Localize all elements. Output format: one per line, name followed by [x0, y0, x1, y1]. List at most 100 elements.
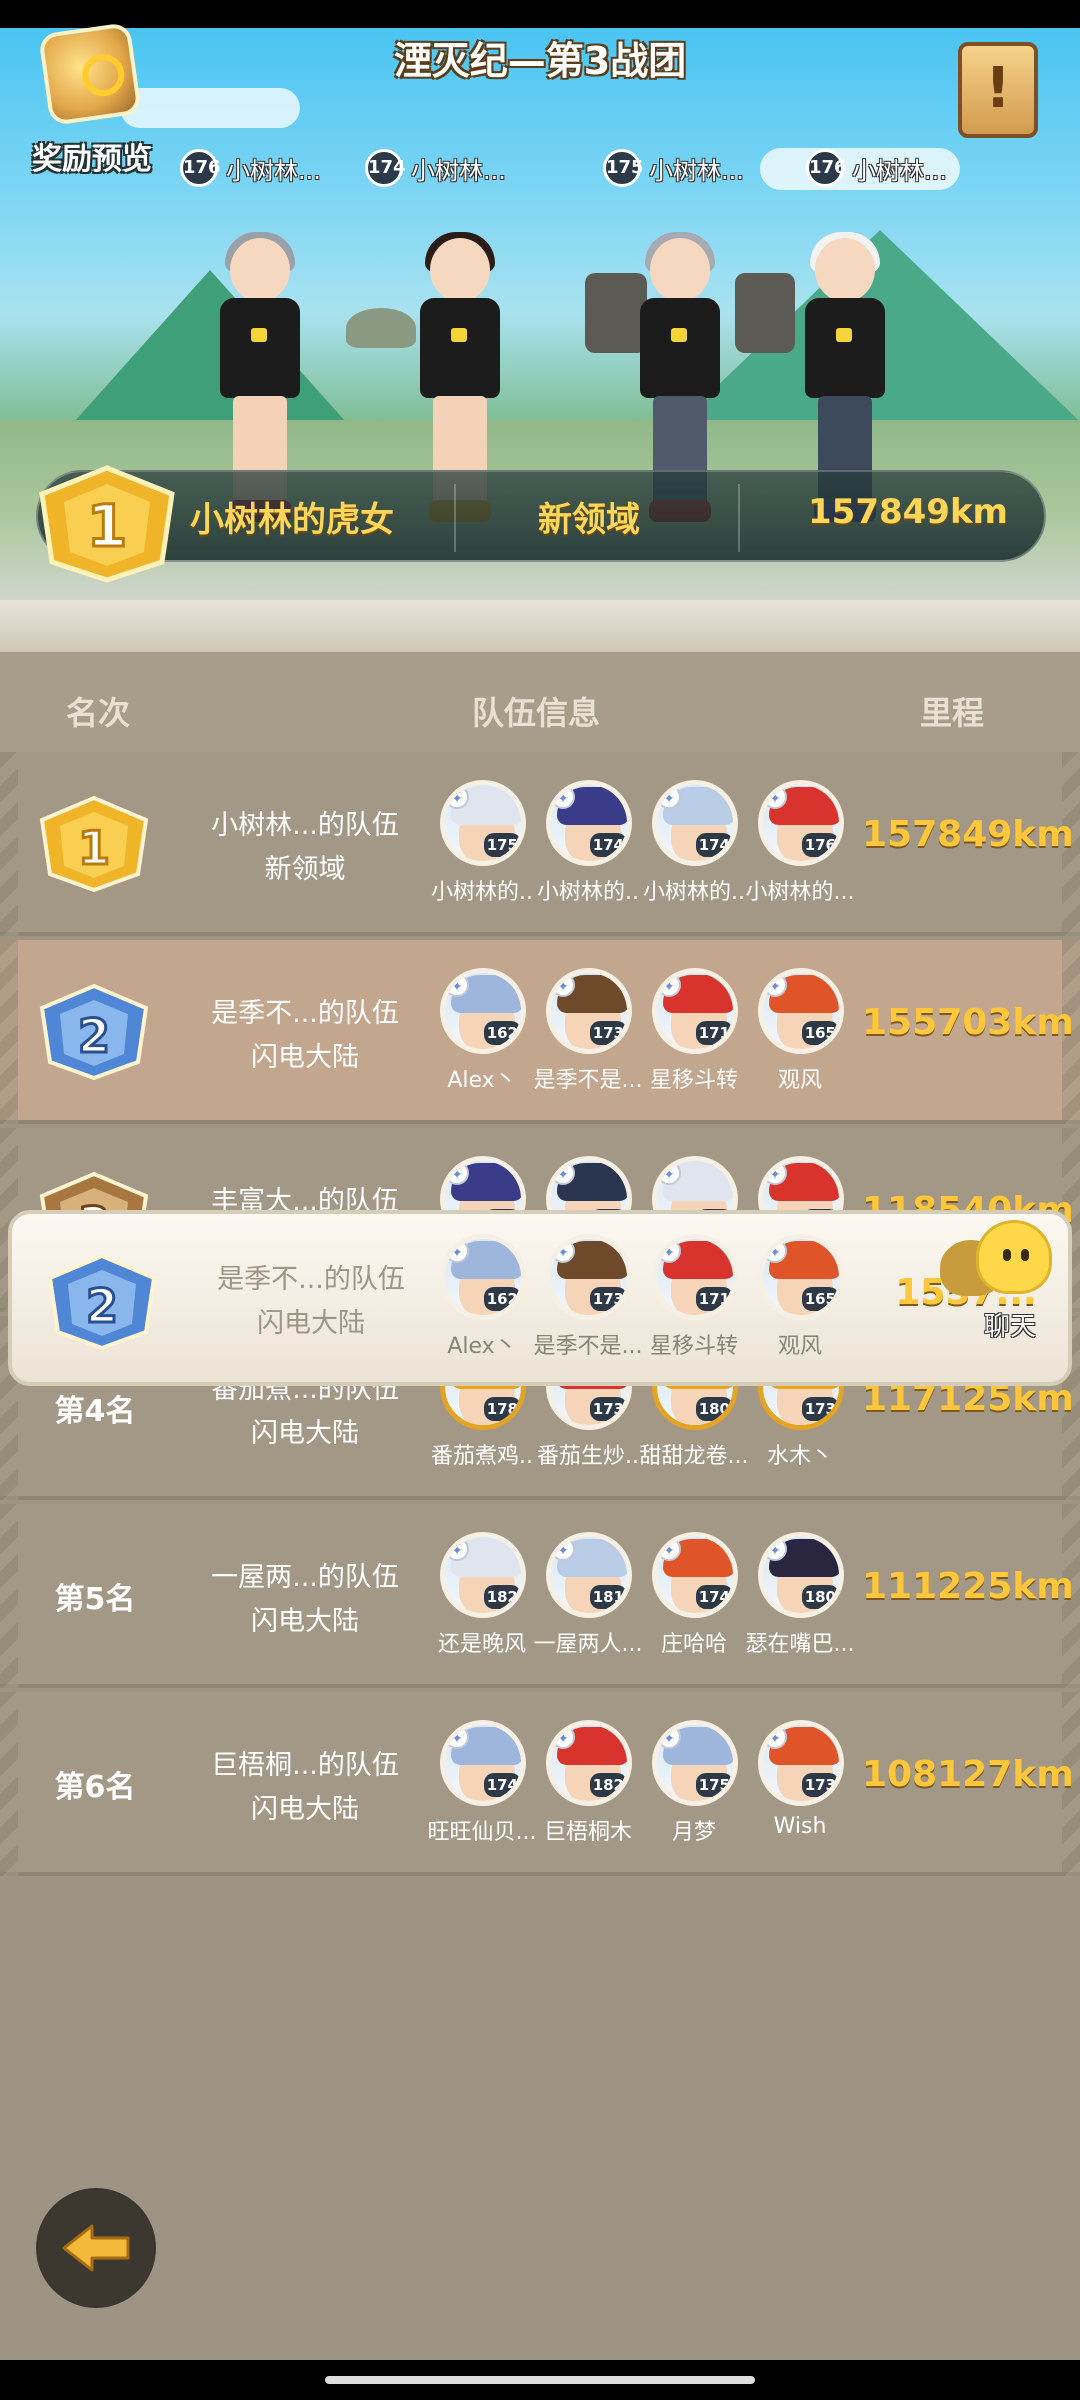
element-icon: ✦	[657, 1537, 681, 1561]
header-rank: 名次	[66, 694, 131, 732]
row-decoration	[0, 1504, 18, 1688]
team-member[interactable]: ✦ 174 庄哈哈	[644, 1532, 744, 1682]
team-server: 闪电大陆	[251, 1606, 359, 1637]
team-member[interactable]: ✦ 171 星移斗转	[644, 968, 744, 1118]
avatar: ✦ 176	[758, 780, 844, 866]
champion-team-name: 小树林的虎女	[190, 500, 394, 540]
avatar: ✦ 165	[758, 1234, 844, 1320]
team-member[interactable]: ✦ 173 是季不是...	[534, 1234, 642, 1384]
element-icon: ✦	[657, 785, 681, 809]
team-member[interactable]: ✦ 180 瑟在嘴巴...	[746, 1532, 854, 1682]
team-info: 是季不...的队伍 闪电大陆	[196, 1258, 426, 1346]
hero-member-tag: 175 小树林...	[603, 148, 744, 188]
element-icon: ✦	[763, 1239, 787, 1263]
champion-rank: 1	[87, 492, 127, 560]
team-member[interactable]: ✦ 182 还是晚风	[432, 1532, 532, 1682]
header-distance: 里程	[920, 694, 985, 732]
ranking-row[interactable]: 第5名 一屋两...的队伍 闪电大陆 ✦ 182 还是晚风 ✦ 181 一屋两人... ✦ 174 庄…	[0, 1504, 1080, 1688]
team-member[interactable]: ✦ 171 星移斗转	[644, 1234, 744, 1384]
team-member[interactable]: ✦ 173 Wish	[750, 1720, 850, 1870]
team-server: 闪电大陆	[251, 1042, 359, 1073]
member-level: 175	[695, 1773, 733, 1797]
team-server: 新领域	[264, 854, 346, 885]
home-gesture-pill[interactable]	[325, 2376, 755, 2384]
team-member[interactable]: ✦ 175 小树林的..	[431, 780, 533, 930]
champion-server: 新领域	[538, 500, 640, 540]
member-level: 162	[483, 1287, 521, 1311]
header-team: 队伍信息	[472, 694, 601, 732]
chat-face-icon	[976, 1220, 1052, 1294]
team-member[interactable]: ✦ 175 月梦	[644, 1720, 744, 1870]
avatar: ✦ 175	[652, 1720, 738, 1806]
avatar: ✦ 174	[652, 1532, 738, 1618]
team-member[interactable]: ✦ 165 观风	[750, 1234, 850, 1384]
member-name: 星移斗转	[649, 1334, 738, 1359]
member-name: 观风	[777, 1068, 822, 1093]
notice-scroll-button[interactable]: !	[958, 42, 1038, 138]
chat-button[interactable]: 聊天	[940, 1220, 1060, 1350]
rank-label: 第6名	[54, 1770, 136, 1805]
back-arrow-icon	[62, 2224, 130, 2272]
team-member[interactable]: ✦ 162 Alex丶	[432, 968, 532, 1118]
team-server: 闪电大陆	[251, 1418, 359, 1449]
hero-member-tag: 176 小树林...	[180, 148, 321, 188]
member-level: 174	[695, 833, 733, 857]
my-team-row[interactable]: 2 是季不...的队伍 闪电大陆 ✦ 162 Alex丶 ✦ 173 是季不是... ✦ 171 星移…	[8, 1210, 1072, 1386]
champion-gold-medal-icon: 1	[39, 465, 175, 583]
avatar: ✦ 182	[546, 1720, 632, 1806]
member-name: Alex丶	[447, 1334, 517, 1359]
member-name: 一屋两人...	[533, 1632, 643, 1657]
back-button[interactable]	[36, 2188, 156, 2308]
team-member[interactable]: ✦ 176 小树林的...	[746, 780, 854, 930]
member-name: 是季不是...	[533, 1068, 643, 1093]
rank-number: 2	[86, 1279, 118, 1333]
team-member[interactable]: ✦ 173 是季不是...	[534, 968, 642, 1118]
row-decoration	[0, 1692, 18, 1876]
member-name: 星移斗转	[649, 1068, 738, 1093]
team-member[interactable]: ✦ 174 小树林的..	[537, 780, 639, 930]
rank-number: 2	[78, 1009, 110, 1063]
member-name: 小树林的..	[537, 880, 639, 905]
member-name: Wish	[773, 1814, 827, 1839]
team-member[interactable]: ✦ 165 观风	[750, 968, 850, 1118]
element-icon: ✦	[763, 1161, 787, 1185]
team-member[interactable]: ✦ 182 巨梧桐木	[538, 1720, 638, 1870]
team-member[interactable]: ✦ 174 旺旺仙贝...	[428, 1720, 536, 1870]
element-icon: ✦	[445, 1161, 469, 1185]
champion-distance: 157849km	[808, 492, 1008, 532]
team-name: 是季不...的队伍	[211, 998, 399, 1029]
team-member[interactable]: ✦ 162 Alex丶	[432, 1234, 532, 1384]
element-icon: ✦	[551, 1161, 575, 1185]
avatar: ✦ 173	[546, 968, 632, 1054]
member-level: 174	[695, 1585, 733, 1609]
element-icon: ✦	[657, 1725, 681, 1749]
team-name: 是季不...的队伍	[217, 1264, 405, 1295]
element-icon: ✦	[551, 973, 575, 997]
element-icon: ✦	[551, 1239, 575, 1263]
member-level: 180	[801, 1585, 839, 1609]
row-decoration	[0, 940, 18, 1124]
member-name: 观风	[777, 1334, 822, 1359]
hero-member-tag: 174 小树林...	[365, 148, 506, 188]
member-level: 165	[801, 1021, 839, 1045]
level-badge: 176	[806, 149, 847, 187]
level-badge: 174	[365, 149, 406, 187]
element-icon: ✦	[657, 973, 681, 997]
team-member[interactable]: ✦ 174 小树林的..	[643, 780, 745, 930]
divider-strip	[0, 600, 1080, 652]
member-level: 173	[589, 1287, 627, 1311]
avatar: ✦ 182	[440, 1532, 526, 1618]
ranking-row[interactable]: 第6名 巨梧桐...的队伍 闪电大陆 ✦ 174 旺旺仙贝... ✦ 182 巨梧桐木 ✦ 175 月…	[0, 1692, 1080, 1876]
team-distance: 155703km	[862, 1002, 1074, 1043]
ranking-row[interactable]: 1 小树林...的队伍 新领域 ✦ 175 小树林的.. ✦ 174 小树林的.. ✦ 174 小树林…	[0, 752, 1080, 936]
silver-medal-icon: 2	[47, 1253, 157, 1351]
ranking-row[interactable]: 2 是季不...的队伍 闪电大陆 ✦ 162 Alex丶 ✦ 173 是季不是... ✦ 171 星移…	[0, 940, 1080, 1124]
ranking-list[interactable]: 名次 队伍信息 里程 1 小树林...的队伍 新领域 ✦ 175 小树林的.. ✦ 174 小树…	[0, 652, 1080, 2400]
team-member[interactable]: ✦ 181 一屋两人...	[534, 1532, 642, 1682]
element-icon: ✦	[657, 1239, 681, 1263]
member-name: 番茄煮鸡..	[431, 1444, 533, 1469]
member-name: 小树林的..	[431, 880, 533, 905]
member-name: 旺旺仙贝...	[427, 1820, 537, 1845]
avatar: ✦ 171	[652, 1234, 738, 1320]
team-info: 一屋两...的队伍 闪电大陆	[190, 1556, 420, 1644]
